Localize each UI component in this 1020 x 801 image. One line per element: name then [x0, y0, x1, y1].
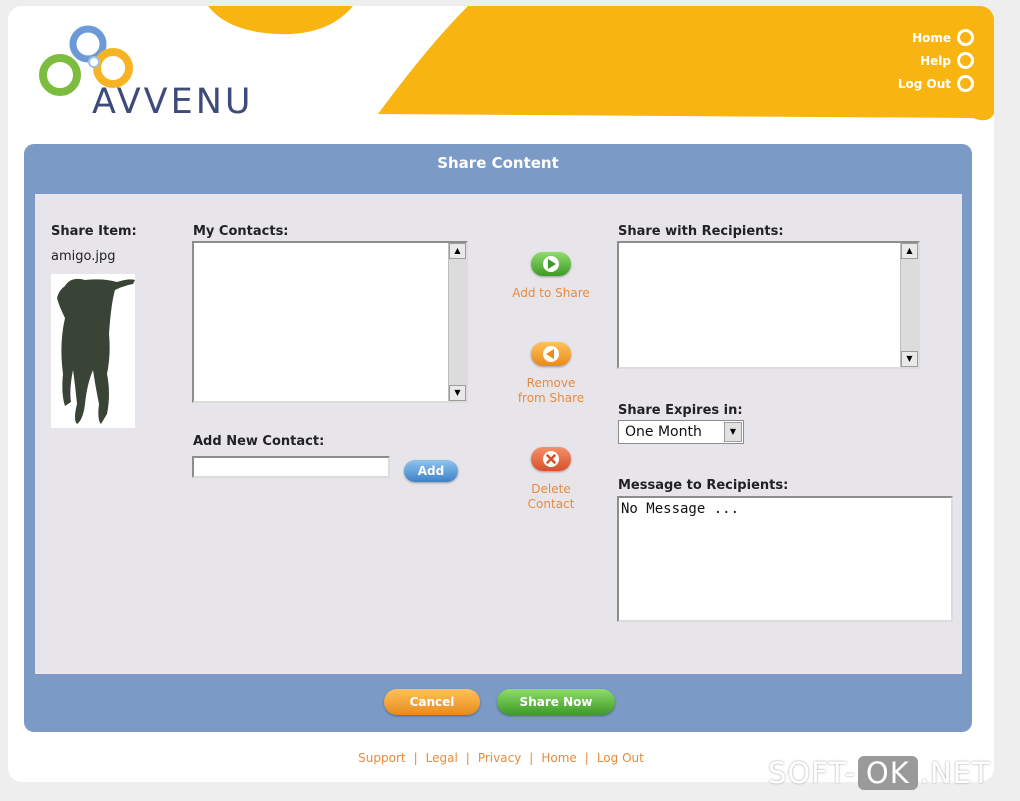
- play-arrow-icon: [543, 256, 559, 272]
- ring-icon: [957, 29, 974, 46]
- share-item-filename: amigo.jpg: [51, 249, 116, 264]
- add-to-share-button[interactable]: [531, 252, 571, 276]
- delete-contact-button[interactable]: [531, 447, 571, 471]
- message-textarea[interactable]: No Message ...: [617, 496, 953, 622]
- message-label: Message to Recipients:: [618, 478, 789, 493]
- panel-body: Share Item: amigo.jpg My Contacts: ▲ ▼ A…: [35, 194, 962, 674]
- expires-select[interactable]: One Month ▼: [618, 420, 744, 444]
- footer-home-link[interactable]: Home: [541, 751, 576, 765]
- my-contacts-listbox[interactable]: ▲ ▼: [192, 241, 468, 403]
- share-now-button[interactable]: Share Now: [497, 689, 615, 715]
- share-item-thumbnail: [51, 274, 135, 428]
- back-arrow-icon: [543, 346, 559, 362]
- panel-title: Share Content: [437, 154, 559, 172]
- watermark-post: .NET: [919, 756, 991, 790]
- recipients-listbox[interactable]: ▲ ▼: [617, 241, 920, 369]
- watermark: SOFT- OK .NET: [768, 756, 991, 790]
- nav-home-link[interactable]: Home: [898, 26, 974, 49]
- recipients-scrollbar[interactable]: ▲ ▼: [900, 243, 918, 367]
- add-contact-button[interactable]: Add: [404, 460, 458, 482]
- footer-support-link[interactable]: Support: [358, 751, 405, 765]
- close-icon: [543, 451, 559, 467]
- scroll-down-icon[interactable]: ▼: [449, 385, 466, 401]
- message-text: No Message ...: [621, 501, 740, 517]
- footer-legal-link[interactable]: Legal: [426, 751, 458, 765]
- remove-from-share-label[interactable]: Remove from Share: [511, 376, 591, 406]
- nav-help-label: Help: [920, 53, 951, 68]
- nav-help-link[interactable]: Help: [898, 49, 974, 72]
- expires-selected-value: One Month: [625, 424, 702, 440]
- nav-logout-label: Log Out: [897, 76, 951, 91]
- my-contacts-scrollbar[interactable]: ▲ ▼: [448, 243, 466, 401]
- scroll-up-icon[interactable]: ▲: [449, 243, 466, 259]
- my-contacts-label: My Contacts:: [193, 224, 289, 239]
- ring-icon: [957, 75, 974, 92]
- share-item-label: Share Item:: [51, 224, 137, 239]
- delete-contact-label[interactable]: Delete Contact: [511, 482, 591, 512]
- recipients-label: Share with Recipients:: [618, 224, 784, 239]
- footer-logout-link[interactable]: Log Out: [597, 751, 644, 765]
- ring-icon: [957, 52, 974, 69]
- nav-logout-link[interactable]: Log Out: [898, 72, 974, 95]
- cancel-button[interactable]: Cancel: [384, 689, 480, 715]
- expires-label: Share Expires in:: [618, 403, 743, 418]
- nav-home-label: Home: [912, 30, 951, 45]
- watermark-ok: OK: [857, 756, 918, 790]
- scroll-up-icon[interactable]: ▲: [901, 243, 918, 259]
- add-to-share-label[interactable]: Add to Share: [511, 286, 591, 301]
- page: AVVENU Home Help Log Out Share Content S…: [8, 6, 994, 782]
- scroll-down-icon[interactable]: ▼: [901, 351, 918, 367]
- watermark-pre: SOFT-: [768, 756, 856, 790]
- remove-from-share-button[interactable]: [531, 342, 571, 366]
- add-contact-label: Add New Contact:: [193, 434, 325, 449]
- new-contact-input[interactable]: [192, 456, 390, 478]
- brand-name: AVVENU: [92, 82, 254, 122]
- share-content-panel: Share Content Share Item: amigo.jpg My C…: [24, 144, 972, 732]
- chevron-down-icon[interactable]: ▼: [724, 422, 742, 442]
- footer-privacy-link[interactable]: Privacy: [478, 751, 521, 765]
- top-nav: Home Help Log Out: [898, 26, 974, 95]
